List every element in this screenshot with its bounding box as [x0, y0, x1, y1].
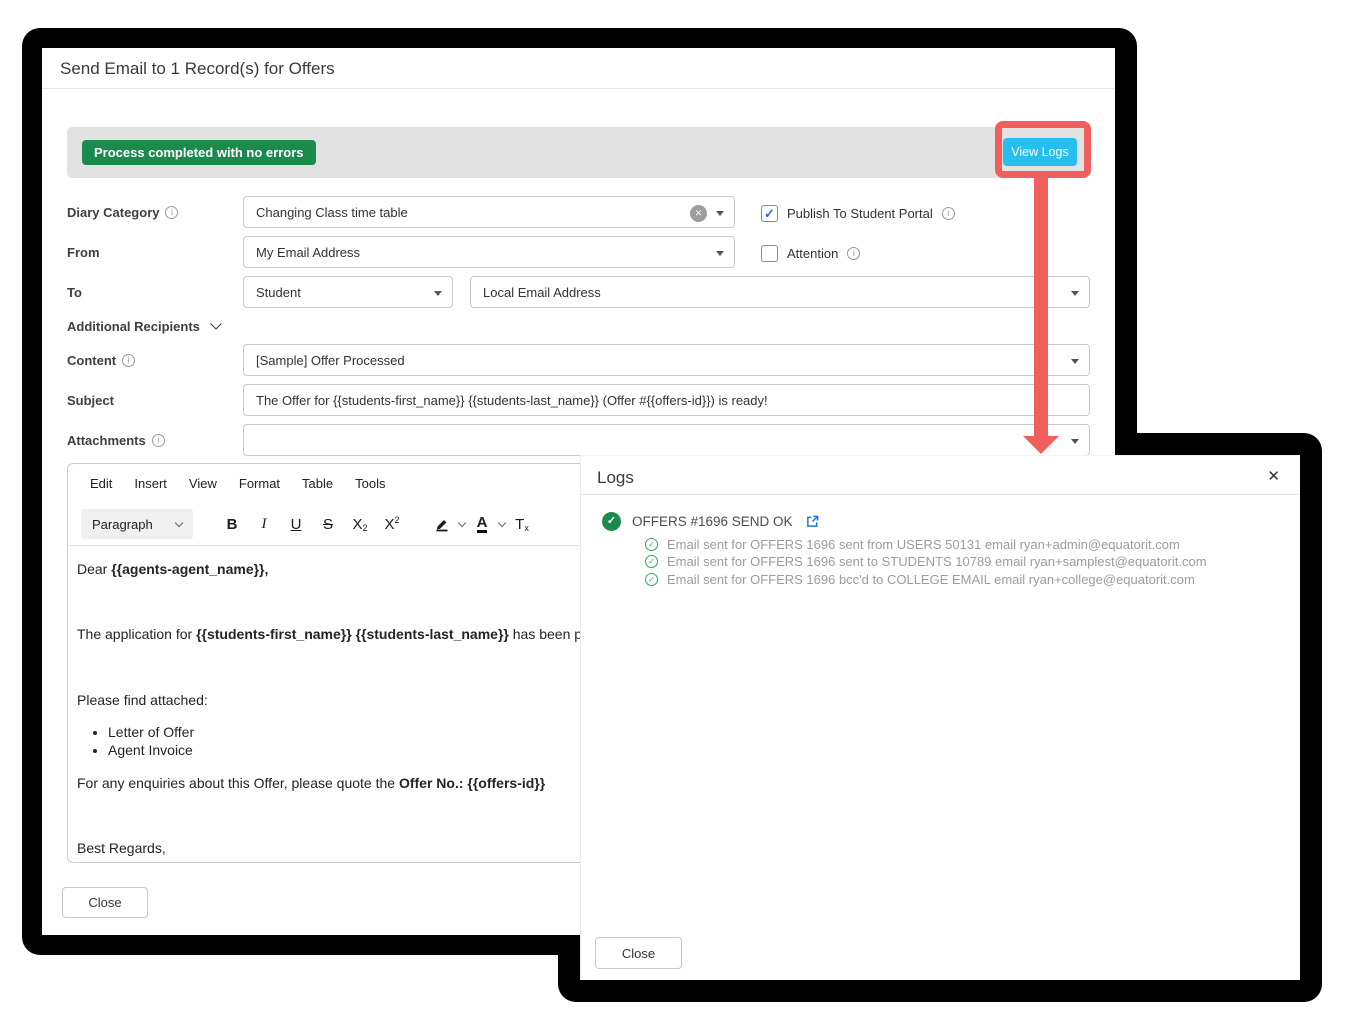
- clear-formatting-button[interactable]: [507, 509, 537, 539]
- success-check-outline-icon: [645, 555, 658, 568]
- log-entry-title: OFFERS #1696 SEND OK: [632, 514, 793, 529]
- subject-input[interactable]: The Offer for {{students-first_name}} {{…: [243, 384, 1090, 416]
- template-var-last-name: {{students-last_name}}: [356, 626, 509, 642]
- chevron-down-icon: [210, 318, 221, 329]
- info-icon[interactable]: [847, 247, 860, 260]
- menu-table[interactable]: Table: [302, 476, 333, 491]
- to-address-select[interactable]: Local Email Address: [470, 276, 1090, 308]
- clear-icon[interactable]: [690, 205, 707, 222]
- strikethrough-button[interactable]: [313, 509, 343, 539]
- attention-label: Attention: [787, 246, 838, 261]
- subject-value: The Offer for {{students-first_name}} {{…: [256, 393, 768, 408]
- close-button[interactable]: Close: [62, 887, 148, 918]
- external-link-icon[interactable]: [806, 515, 819, 528]
- publish-label: Publish To Student Portal: [787, 206, 933, 221]
- menu-format[interactable]: Format: [239, 476, 280, 491]
- underline-button[interactable]: [281, 509, 311, 539]
- attention-checkbox[interactable]: [761, 245, 778, 262]
- to-recipient-type-select[interactable]: Student: [243, 276, 453, 308]
- log-detail-row: Email sent for OFFERS 1696 sent to STUDE…: [645, 553, 1207, 570]
- paragraph-style-select[interactable]: Paragraph: [81, 509, 193, 539]
- success-check-outline-icon: [645, 538, 658, 551]
- attachments-select[interactable]: [243, 424, 1090, 456]
- logs-dialog: Logs OFFERS #1696 SEND OK Email sent for…: [580, 455, 1300, 980]
- menu-view[interactable]: View: [189, 476, 217, 491]
- to-recipient-type-value: Student: [256, 285, 301, 300]
- editor-menubar: Edit Insert View Format Table Tools: [90, 476, 385, 491]
- template-var-agent-name: {{agents-agent_name}},: [111, 561, 268, 577]
- menu-edit[interactable]: Edit: [90, 476, 112, 491]
- to-label: To: [67, 276, 82, 308]
- content-value: [Sample] Offer Processed: [256, 353, 405, 368]
- menu-tools[interactable]: Tools: [355, 476, 385, 491]
- caret-down-icon: [1071, 439, 1079, 444]
- info-icon[interactable]: [165, 206, 178, 219]
- subject-label: Subject: [67, 384, 114, 416]
- log-detail-row: Email sent for OFFERS 1696 bcc'd to COLL…: [645, 571, 1207, 588]
- chevron-down-icon: [175, 518, 183, 526]
- logs-close-button[interactable]: Close: [595, 937, 682, 969]
- log-entry: OFFERS #1696 SEND OK: [602, 512, 819, 531]
- to-address-value: Local Email Address: [483, 285, 601, 300]
- diary-category-value: Changing Class time table: [256, 205, 408, 220]
- subscript-button[interactable]: [345, 509, 375, 539]
- log-detail-row: Email sent for OFFERS 1696 sent from USE…: [645, 536, 1207, 553]
- caret-down-icon: [716, 251, 724, 256]
- logs-title: Logs: [597, 468, 634, 488]
- annotation-arrow-head: [1023, 436, 1059, 454]
- text-color-button[interactable]: [467, 509, 497, 539]
- diary-category-label: Diary Category: [67, 196, 178, 228]
- diary-category-select[interactable]: Changing Class time table: [243, 196, 735, 228]
- publish-checkbox[interactable]: [761, 205, 778, 222]
- content-label: Content: [67, 344, 135, 376]
- italic-button[interactable]: [249, 509, 279, 539]
- bold-button[interactable]: [217, 509, 247, 539]
- caret-down-icon: [716, 211, 724, 216]
- menu-insert[interactable]: Insert: [134, 476, 167, 491]
- superscript-button[interactable]: [377, 509, 407, 539]
- info-icon[interactable]: [942, 207, 955, 220]
- annotation-arrow-shaft: [1034, 177, 1048, 436]
- info-icon[interactable]: [122, 354, 135, 367]
- log-details: Email sent for OFFERS 1696 sent from USE…: [645, 536, 1207, 588]
- attachments-label: Attachments: [67, 424, 165, 456]
- close-icon[interactable]: [1267, 467, 1280, 485]
- logs-header-divider: [581, 494, 1300, 495]
- content-select[interactable]: [Sample] Offer Processed: [243, 344, 1090, 376]
- template-var-first-name: {{students-first_name}}: [196, 626, 352, 642]
- additional-recipients-expander[interactable]: Additional Recipients: [67, 314, 220, 338]
- highlight-color-button[interactable]: [427, 509, 457, 539]
- editor-toolbar: Paragraph: [81, 506, 537, 542]
- caret-down-icon: [434, 291, 442, 296]
- highlighter-pen-icon: [434, 516, 450, 532]
- template-var-offer-no: Offer No.: {{offers-id}}: [399, 775, 545, 791]
- from-label: From: [67, 236, 100, 268]
- status-badge: Process completed with no errors: [82, 140, 316, 165]
- publish-to-student-portal-row: Publish To Student Portal: [761, 205, 955, 222]
- screenshot-canvas: Send Email to 1 Record(s) for Offers Pro…: [0, 0, 1345, 1016]
- caret-down-icon: [1071, 291, 1079, 296]
- status-banner: Process completed with no errors View Lo…: [67, 127, 1090, 178]
- chevron-down-icon[interactable]: [458, 518, 466, 526]
- from-select[interactable]: My Email Address: [243, 236, 735, 268]
- annotation-highlight-frame: [995, 121, 1091, 178]
- dialog-title: Send Email to 1 Record(s) for Offers: [60, 59, 335, 79]
- success-check-outline-icon: [645, 573, 658, 586]
- attention-row: Attention: [761, 245, 860, 262]
- header-divider: [42, 88, 1115, 89]
- from-value: My Email Address: [256, 245, 360, 260]
- success-check-icon: [602, 512, 621, 531]
- caret-down-icon: [1071, 359, 1079, 364]
- info-icon[interactable]: [152, 434, 165, 447]
- chevron-down-icon[interactable]: [498, 518, 506, 526]
